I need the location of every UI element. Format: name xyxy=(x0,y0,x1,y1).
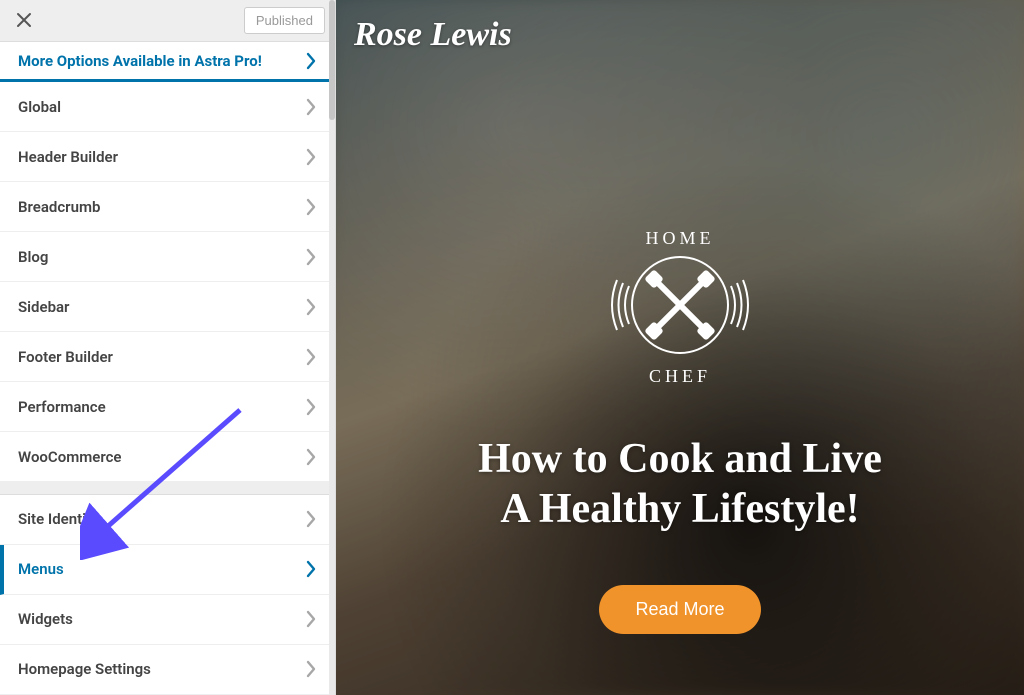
hero-headline: How to Cook and Live A Healthy Lifestyle… xyxy=(336,434,1024,535)
chevron-right-icon xyxy=(305,397,317,417)
chevron-right-icon xyxy=(305,297,317,317)
sidebar-header: Published xyxy=(0,0,335,42)
read-more-button[interactable]: Read More xyxy=(599,585,760,634)
section-sidebar[interactable]: Sidebar xyxy=(0,282,335,332)
section-blog[interactable]: Blog xyxy=(0,232,335,282)
promo-label: More Options Available in Astra Pro! xyxy=(18,52,262,70)
chevron-right-icon xyxy=(305,147,317,167)
section-performance[interactable]: Performance xyxy=(0,382,335,432)
section-global[interactable]: Global xyxy=(0,82,335,132)
chevron-right-icon xyxy=(305,247,317,267)
section-header-builder[interactable]: Header Builder xyxy=(0,132,335,182)
section-label: Blog xyxy=(18,248,48,266)
section-label: Breadcrumb xyxy=(18,198,100,216)
chevron-right-icon xyxy=(305,609,317,629)
section-label: Menus xyxy=(18,560,64,578)
section-site-identity[interactable]: Site Identity xyxy=(0,495,335,545)
emblem-text-bottom: CHEF xyxy=(649,366,711,386)
section-label: Sidebar xyxy=(18,298,69,316)
site-preview: Rose Lewis HOME CHEF xyxy=(336,0,1024,695)
section-label: Global xyxy=(18,98,61,116)
section-breadcrumb[interactable]: Breadcrumb xyxy=(0,182,335,232)
chevron-right-icon xyxy=(305,97,317,117)
chevron-right-icon xyxy=(305,51,317,71)
chevron-right-icon xyxy=(305,197,317,217)
section-label: Header Builder xyxy=(18,148,118,166)
section-widgets[interactable]: Widgets xyxy=(0,595,335,645)
sidebar-scrollbar[interactable] xyxy=(329,0,335,695)
astra-pro-promo[interactable]: More Options Available in Astra Pro! xyxy=(0,42,335,82)
headline-line-2: A Healthy Lifestyle! xyxy=(500,486,859,532)
headline-line-1: How to Cook and Live xyxy=(478,436,882,482)
chevron-right-icon xyxy=(305,559,317,579)
hero-section: HOME CHEF xyxy=(336,220,1024,634)
chevron-right-icon xyxy=(305,659,317,679)
site-brand-logo[interactable]: Rose Lewis xyxy=(354,16,512,54)
section-menus[interactable]: Menus xyxy=(0,545,335,595)
section-divider xyxy=(0,482,335,495)
section-label: Performance xyxy=(18,398,106,416)
section-woocommerce[interactable]: WooCommerce xyxy=(0,432,335,482)
section-label: Footer Builder xyxy=(18,348,113,366)
chevron-right-icon xyxy=(305,509,317,529)
section-homepage-settings[interactable]: Homepage Settings xyxy=(0,645,335,695)
home-chef-emblem: HOME CHEF xyxy=(595,220,765,394)
published-status-button[interactable]: Published xyxy=(244,7,325,34)
close-button[interactable] xyxy=(10,6,38,34)
section-footer-builder[interactable]: Footer Builder xyxy=(0,332,335,382)
section-label: Homepage Settings xyxy=(18,660,151,678)
section-label: Site Identity xyxy=(18,510,99,528)
scrollbar-thumb[interactable] xyxy=(329,0,335,120)
chevron-right-icon xyxy=(305,347,317,367)
close-icon xyxy=(16,12,32,28)
section-label: WooCommerce xyxy=(18,448,122,466)
section-label: Widgets xyxy=(18,610,73,628)
customizer-sidebar: Published More Options Available in Astr… xyxy=(0,0,336,695)
emblem-text-top: HOME xyxy=(646,228,715,248)
chevron-right-icon xyxy=(305,447,317,467)
